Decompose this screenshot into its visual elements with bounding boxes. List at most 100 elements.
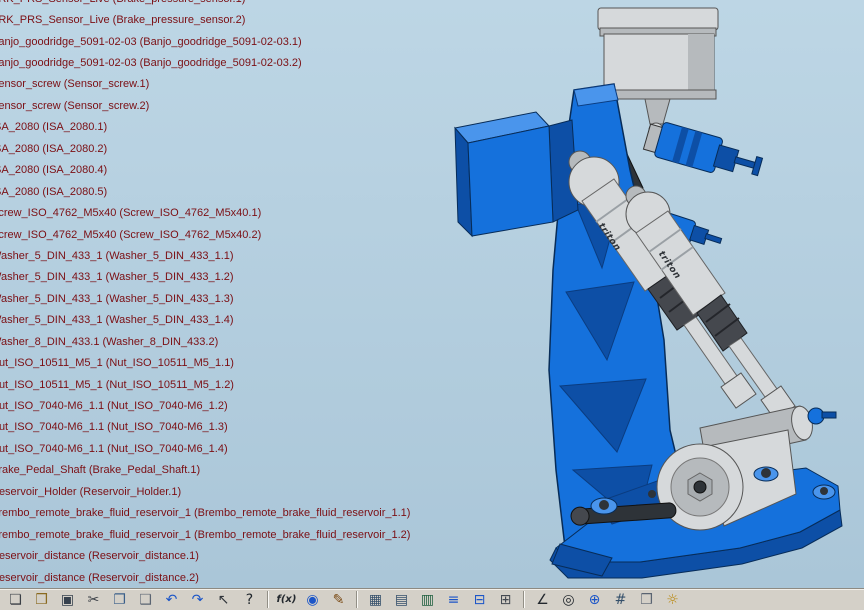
pedal-pad-face[interactable] bbox=[468, 126, 553, 236]
product-structure-button[interactable]: ≡ bbox=[441, 590, 466, 610]
cut-button[interactable]: ✂ bbox=[81, 590, 106, 610]
tree-item[interactable]: Banjo_goodridge_5091-02-03 (Banjo_goodri… bbox=[0, 31, 410, 52]
reservoir-cap[interactable] bbox=[598, 8, 718, 30]
paste-button[interactable]: ❑ bbox=[133, 590, 158, 610]
calculator-button[interactable]: ⊞ bbox=[493, 590, 518, 610]
reservoir-body-shade bbox=[688, 34, 714, 92]
graph-tree-icon: ⊟ bbox=[474, 593, 486, 607]
tree-item[interactable]: Brembo_remote_brake_fluid_reservoir_1 (B… bbox=[0, 524, 410, 545]
tree-item[interactable]: Brake_Pedal_Shaft (Brake_Pedal_Shaft.1) bbox=[0, 460, 410, 481]
pen-icon: ✎ bbox=[333, 593, 345, 607]
cut-icon: ✂ bbox=[88, 593, 100, 607]
tree-item[interactable]: Nut_ISO_7040-M6_1.1 (Nut_ISO_7040-M6_1.2… bbox=[0, 395, 410, 416]
mounting-boss-2[interactable] bbox=[754, 467, 778, 481]
spec-tree: BRK_PRS_Sensor_Live (Brake_pressure_sens… bbox=[0, 0, 410, 588]
tree-item[interactable]: Nut_ISO_10511_M5_1 (Nut_ISO_10511_M5_1.2… bbox=[0, 374, 410, 395]
pedal-pad[interactable] bbox=[455, 112, 578, 236]
tree-item[interactable]: BRK_PRS_Sensor_Live (Brake_pressure_sens… bbox=[0, 9, 410, 30]
boss-bolt[interactable] bbox=[599, 500, 609, 510]
design-table-icon: ▦ bbox=[369, 593, 382, 607]
lens-icon: ◎ bbox=[562, 593, 574, 607]
calculator-icon: ⊞ bbox=[500, 593, 512, 607]
chat-globe-button[interactable]: ◉ bbox=[300, 590, 325, 610]
tree-item[interactable]: Washer_5_DIN_433_1 (Washer_5_DIN_433_1.4… bbox=[0, 310, 410, 331]
tree-item[interactable]: BRK_PRS_Sensor_Live (Brake_pressure_sens… bbox=[0, 0, 410, 9]
help-button[interactable]: ? bbox=[237, 590, 262, 610]
tree-item[interactable]: Washer_5_DIN_433_1 (Washer_5_DIN_433_1.3… bbox=[0, 288, 410, 309]
tree-item[interactable]: Nut_ISO_7040-M6_1.1 (Nut_ISO_7040-M6_1.4… bbox=[0, 438, 410, 459]
tree-item[interactable]: Washer_5_DIN_433_1 (Washer_5_DIN_433_1.2… bbox=[0, 267, 410, 288]
tree-item[interactable]: Screw_ISO_4762_M5x40 (Screw_ISO_4762_M5x… bbox=[0, 224, 410, 245]
boss-bolt[interactable] bbox=[761, 468, 771, 478]
tree-item[interactable]: Reservoir_distance (Reservoir_distance.1… bbox=[0, 545, 410, 566]
open-folder-icon: ❒ bbox=[35, 593, 48, 607]
save-button[interactable]: ▣ bbox=[55, 590, 80, 610]
pen-button[interactable]: ✎ bbox=[326, 590, 351, 610]
new-document-button[interactable]: ❏ bbox=[3, 590, 28, 610]
tree-item[interactable]: ISA_2080 (ISA_2080.2) bbox=[0, 138, 410, 159]
tree-item[interactable]: Brembo_remote_brake_fluid_reservoir_1 (B… bbox=[0, 503, 410, 524]
tree-item[interactable]: Screw_ISO_4762_M5x40 (Screw_ISO_4762_M5x… bbox=[0, 202, 410, 223]
axis-target-button[interactable]: ⊕ bbox=[582, 590, 607, 610]
save-icon: ▣ bbox=[61, 593, 74, 607]
spreadsheet-icon: ▤ bbox=[395, 593, 408, 607]
lens-button[interactable]: ◎ bbox=[556, 590, 581, 610]
copy-icon: ❐ bbox=[113, 593, 126, 607]
chat-globe-icon: ◉ bbox=[306, 593, 318, 607]
bar-chart-icon: ▥ bbox=[421, 593, 434, 607]
new-document-icon: ❏ bbox=[9, 593, 22, 607]
axis-target-icon: ⊕ bbox=[589, 593, 601, 607]
tree-item[interactable]: ISA_2080 (ISA_2080.1) bbox=[0, 117, 410, 138]
toolbar-separator bbox=[356, 591, 358, 608]
reservoir-neck[interactable] bbox=[645, 99, 670, 124]
bar-chart-button[interactable]: ▥ bbox=[415, 590, 440, 610]
measure-button[interactable]: ∠ bbox=[530, 590, 555, 610]
boss-bolt[interactable] bbox=[820, 487, 828, 495]
tree-item[interactable]: Nut_ISO_7040-M6_1.1 (Nut_ISO_7040-M6_1.3… bbox=[0, 417, 410, 438]
paste-icon: ❑ bbox=[139, 593, 152, 607]
cube-icon: ❒ bbox=[640, 593, 653, 607]
formula-button[interactable]: f(x) bbox=[274, 590, 299, 610]
context-help-button[interactable]: ↖ bbox=[211, 590, 236, 610]
base-screw[interactable] bbox=[648, 490, 656, 498]
grid-icon: # bbox=[615, 593, 627, 607]
toolbar-separator bbox=[523, 591, 525, 608]
balance-bar-pin[interactable] bbox=[822, 412, 836, 418]
light-bulb-icon: ☼ bbox=[666, 593, 679, 607]
3d-viewport[interactable]: triton triton bbox=[0, 0, 864, 588]
toolbar-separator bbox=[267, 591, 269, 608]
cube-button[interactable]: ❒ bbox=[634, 590, 659, 610]
open-folder-button[interactable]: ❒ bbox=[29, 590, 54, 610]
tree-item[interactable]: Washer_5_DIN_433_1 (Washer_5_DIN_433_1.1… bbox=[0, 245, 410, 266]
redo-button[interactable]: ↷ bbox=[185, 590, 210, 610]
formula-icon: f(x) bbox=[277, 595, 297, 605]
product-structure-icon: ≡ bbox=[448, 593, 460, 607]
light-bulb-button[interactable]: ☼ bbox=[660, 590, 685, 610]
grid-button[interactable]: # bbox=[608, 590, 633, 610]
tree-item[interactable]: Reservoir_distance (Reservoir_distance.2… bbox=[0, 567, 410, 588]
design-table-button[interactable]: ▦ bbox=[363, 590, 388, 610]
graph-tree-button[interactable]: ⊟ bbox=[467, 590, 492, 610]
bottom-toolbar: ❏ ❒ ▣ ✂ ❐ ❑ ↶ ↷ ↖? f(x) ◉ ✎ ▦ ▤ ▥ ≡ ⊟ ⊞ ∠ ◎ ⊕ # ❒ ☼ bbox=[0, 588, 864, 610]
tree-item[interactable]: ISA_2080 (ISA_2080.4) bbox=[0, 160, 410, 181]
tree-item[interactable]: Sensor_screw (Sensor_screw.2) bbox=[0, 95, 410, 116]
spreadsheet-button[interactable]: ▤ bbox=[389, 590, 414, 610]
copy-button[interactable]: ❐ bbox=[107, 590, 132, 610]
mounting-boss-1[interactable] bbox=[591, 498, 617, 514]
help-icon: ? bbox=[246, 593, 253, 607]
tree-item[interactable]: ISA_2080 (ISA_2080.5) bbox=[0, 181, 410, 202]
undo-icon: ↶ bbox=[166, 593, 178, 607]
mounting-boss-3[interactable] bbox=[813, 485, 835, 499]
measure-icon: ∠ bbox=[536, 593, 549, 607]
tree-item[interactable]: Reservoir_Holder (Reservoir_Holder.1) bbox=[0, 481, 410, 502]
tree-item[interactable]: Banjo_goodridge_5091-02-03 (Banjo_goodri… bbox=[0, 52, 410, 73]
undo-button[interactable]: ↶ bbox=[159, 590, 184, 610]
redo-icon: ↷ bbox=[192, 593, 204, 607]
brake-pressure-sensor[interactable] bbox=[642, 118, 764, 185]
banjo-pin[interactable] bbox=[705, 234, 722, 244]
tree-item[interactable]: Washer_8_DIN_433.1 (Washer_8_DIN_433.2) bbox=[0, 331, 410, 352]
context-help-icon: ↖ bbox=[218, 593, 230, 607]
pivot-bolt[interactable] bbox=[694, 481, 706, 493]
tree-item[interactable]: Sensor_screw (Sensor_screw.1) bbox=[0, 74, 410, 95]
tree-item[interactable]: Nut_ISO_10511_M5_1 (Nut_ISO_10511_M5_1.1… bbox=[0, 352, 410, 373]
